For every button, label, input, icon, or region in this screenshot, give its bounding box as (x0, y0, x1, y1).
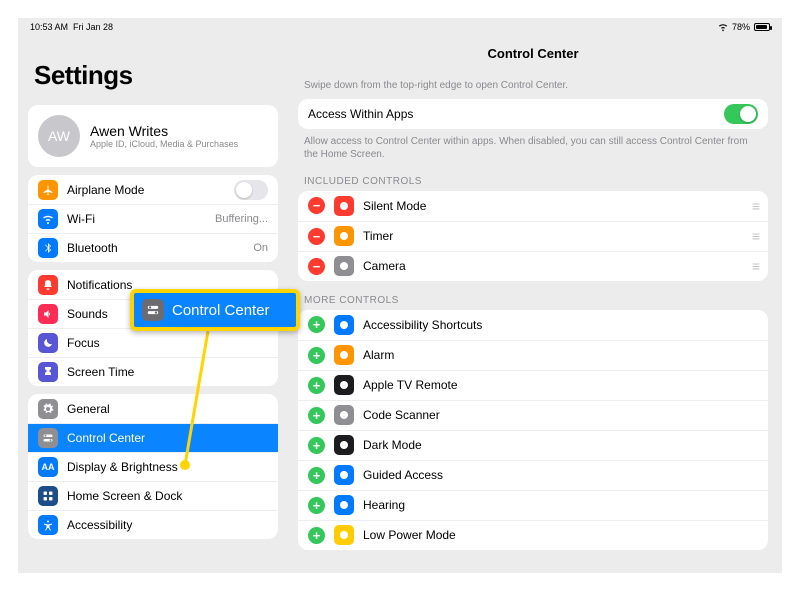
control-label: Low Power Mode (363, 528, 758, 542)
bell-icon (38, 275, 58, 295)
access-within-apps-row[interactable]: Access Within Apps (298, 99, 768, 129)
control-label: Apple TV Remote (363, 378, 758, 392)
more-control-row[interactable]: + Guided Access (298, 460, 768, 490)
control-icon (334, 525, 354, 545)
remove-icon[interactable]: − (308, 258, 325, 275)
status-bar: 10:53 AM Fri Jan 28 78% (18, 18, 782, 36)
sidebar-item-general[interactable]: General (28, 394, 278, 423)
add-icon[interactable]: + (308, 377, 325, 394)
more-control-row[interactable]: + Hearing (298, 490, 768, 520)
more-control-row[interactable]: + Accessibility Shortcuts (298, 310, 768, 340)
reorder-handle[interactable]: ≡ (752, 228, 758, 244)
avatar: AW (38, 115, 80, 157)
wifi-icon (38, 209, 58, 229)
included-control-row[interactable]: − Timer≡ (298, 221, 768, 251)
control-label: Hearing (363, 498, 758, 512)
remove-icon[interactable]: − (308, 197, 325, 214)
more-control-row[interactable]: + Low Power Mode (298, 520, 768, 550)
apple-id-row[interactable]: AW Awen Writes Apple ID, iCloud, Media &… (28, 105, 278, 167)
detail-pane: Control Center Swipe down from the top-r… (288, 36, 782, 573)
page-title: Settings (34, 60, 278, 91)
more-control-row[interactable]: + Code Scanner (298, 400, 768, 430)
add-icon[interactable]: + (308, 347, 325, 364)
add-icon[interactable]: + (308, 467, 325, 484)
bluetooth-icon (38, 238, 58, 258)
control-label: Code Scanner (363, 408, 758, 422)
airplane-icon (38, 180, 58, 200)
sidebar-item-homescreen[interactable]: Home Screen & Dock (28, 481, 278, 510)
control-label: Guided Access (363, 468, 758, 482)
wifi-icon (718, 22, 728, 32)
sidebar-group-connectivity: Airplane Mode Wi-Fi Buffering... Bluetoo… (28, 175, 278, 262)
wifi-status: Buffering... (215, 213, 268, 225)
sidebar-item-screentime[interactable]: Screen Time (28, 357, 278, 386)
hint-swipe: Swipe down from the top-right edge to op… (304, 79, 762, 93)
add-icon[interactable]: + (308, 437, 325, 454)
more-control-row[interactable]: + Dark Mode (298, 430, 768, 460)
sidebar-item-wifi[interactable]: Wi-Fi Buffering... (28, 204, 278, 233)
included-control-row[interactable]: − Silent Mode≡ (298, 191, 768, 221)
control-icon (334, 256, 354, 276)
sidebar-item-accessibility[interactable]: Accessibility (28, 510, 278, 539)
grid-icon (38, 486, 58, 506)
hourglass-icon (38, 362, 58, 382)
accessibility-icon (38, 515, 58, 535)
included-header: INCLUDED CONTROLS (304, 176, 762, 187)
control-label: Camera (363, 259, 752, 273)
more-control-row[interactable]: + Apple TV Remote (298, 370, 768, 400)
control-icon (334, 375, 354, 395)
sidebar-item-control-center[interactable]: Control Center (28, 423, 278, 452)
access-within-apps-switch[interactable] (724, 104, 758, 124)
control-icon (334, 495, 354, 515)
more-header: MORE CONTROLS (304, 295, 762, 306)
control-icon (334, 196, 354, 216)
detail-title: Control Center (298, 46, 768, 61)
control-label: Alarm (363, 348, 758, 362)
control-icon (334, 345, 354, 365)
add-icon[interactable]: + (308, 527, 325, 544)
reorder-handle[interactable]: ≡ (752, 198, 758, 214)
control-icon (334, 435, 354, 455)
add-icon[interactable]: + (308, 497, 325, 514)
status-date: Fri Jan 28 (73, 22, 113, 32)
add-icon[interactable]: + (308, 316, 325, 333)
control-label: Dark Mode (363, 438, 758, 452)
add-icon[interactable]: + (308, 407, 325, 424)
switches-icon (38, 428, 58, 448)
sidebar-item-bluetooth[interactable]: Bluetooth On (28, 233, 278, 262)
account-sub: Apple ID, iCloud, Media & Purchases (90, 139, 238, 149)
status-time: 10:53 AM (30, 22, 68, 32)
control-icon (334, 226, 354, 246)
sidebar-group-general: General Control Center AA Display & Brig… (28, 394, 278, 539)
speaker-icon (38, 304, 58, 324)
hint-access: Allow access to Control Center within ap… (304, 135, 762, 162)
display-icon: AA (38, 457, 58, 477)
battery-icon (754, 23, 770, 31)
reorder-handle[interactable]: ≡ (752, 258, 758, 274)
control-icon (334, 405, 354, 425)
battery-percent: 78% (732, 22, 750, 32)
airplane-switch[interactable] (234, 180, 268, 200)
sidebar-item-airplane[interactable]: Airplane Mode (28, 175, 278, 204)
callout-control-center: Control Center (130, 289, 300, 331)
control-icon (334, 465, 354, 485)
included-control-row[interactable]: − Camera≡ (298, 251, 768, 281)
control-label: Accessibility Shortcuts (363, 318, 758, 332)
gear-icon (38, 399, 58, 419)
control-label: Silent Mode (363, 199, 752, 213)
more-control-row[interactable]: + Alarm (298, 340, 768, 370)
annotation-dot (180, 460, 190, 470)
bluetooth-status: On (253, 242, 268, 254)
account-name: Awen Writes (90, 123, 238, 139)
control-label: Timer (363, 229, 752, 243)
sidebar-item-focus[interactable]: Focus (28, 328, 278, 357)
control-icon (334, 315, 354, 335)
callout-label: Control Center (172, 302, 270, 319)
moon-icon (38, 333, 58, 353)
switches-icon (142, 299, 164, 321)
sidebar-item-display[interactable]: AA Display & Brightness (28, 452, 278, 481)
remove-icon[interactable]: − (308, 228, 325, 245)
